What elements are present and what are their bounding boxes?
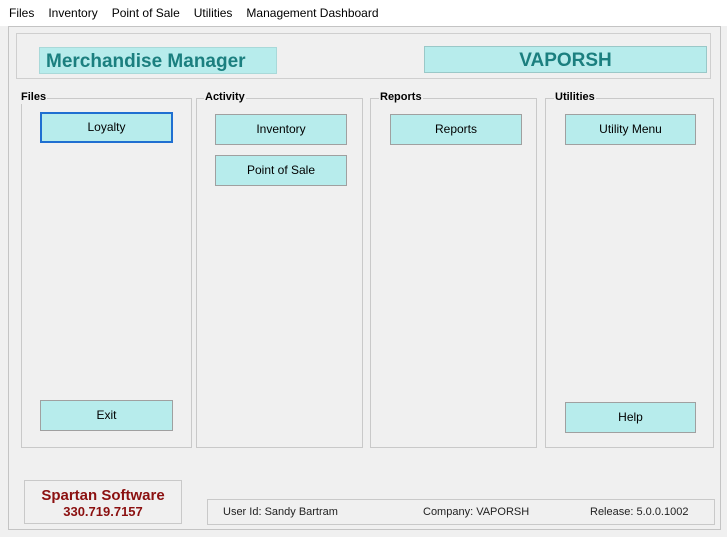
menu-management-dashboard[interactable]: Management Dashboard — [239, 0, 385, 26]
menu-bar: Files Inventory Point of Sale Utilities … — [0, 0, 727, 26]
vendor-name: Spartan Software — [41, 487, 165, 504]
status-bar: User Id: Sandy Bartram Company: VAPORSH … — [207, 499, 715, 525]
menu-point-of-sale[interactable]: Point of Sale — [105, 0, 187, 26]
menu-utilities[interactable]: Utilities — [187, 0, 240, 26]
app-title: Merchandise Manager — [39, 47, 277, 74]
exit-button[interactable]: Exit — [40, 400, 173, 431]
inventory-button[interactable]: Inventory — [215, 114, 347, 145]
utilities-group — [545, 98, 714, 448]
company-title: VAPORSH — [424, 46, 707, 73]
loyalty-button[interactable]: Loyalty — [40, 112, 173, 143]
reports-group — [370, 98, 537, 448]
status-release: Release: 5.0.0.1002 — [590, 506, 689, 518]
reports-group-label: Reports — [379, 90, 423, 104]
status-company: Company: VAPORSH — [423, 506, 530, 518]
utilities-group-label: Utilities — [554, 90, 596, 104]
help-button[interactable]: Help — [565, 402, 696, 433]
activity-group — [196, 98, 363, 448]
vendor-box: Spartan Software 330.719.7157 — [24, 480, 182, 524]
activity-group-label: Activity — [204, 90, 246, 104]
vendor-phone: 330.719.7157 — [63, 504, 143, 519]
reports-button[interactable]: Reports — [390, 114, 522, 145]
utility-menu-button[interactable]: Utility Menu — [565, 114, 696, 145]
files-group-label: Files — [20, 90, 48, 104]
files-group — [21, 98, 192, 448]
menu-files[interactable]: Files — [0, 0, 41, 26]
status-user: User Id: Sandy Bartram — [223, 506, 338, 518]
point-of-sale-button[interactable]: Point of Sale — [215, 155, 347, 186]
menu-inventory[interactable]: Inventory — [41, 0, 104, 26]
